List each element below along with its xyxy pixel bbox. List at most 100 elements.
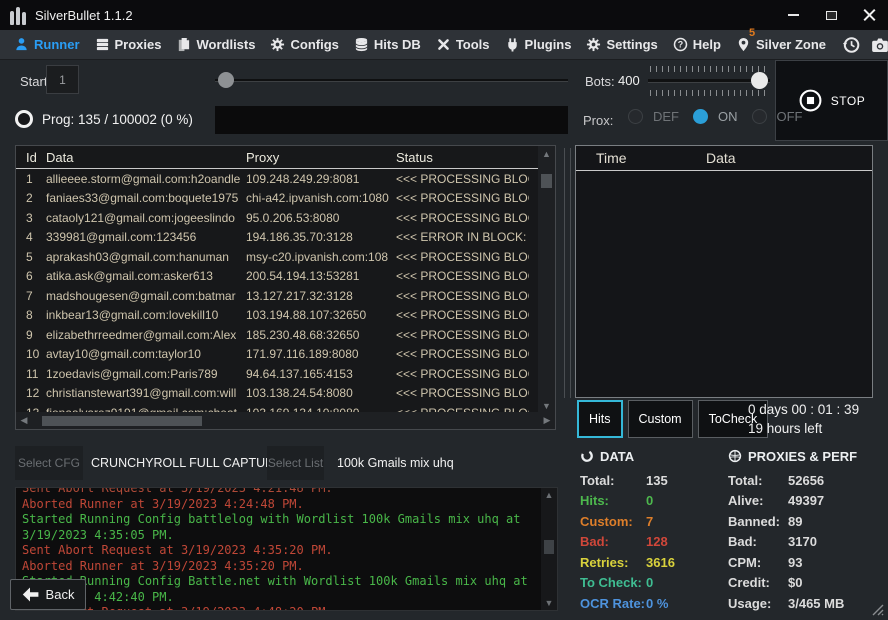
nav-item-wordlists[interactable]: Wordlists [176,37,255,52]
nav-item-hits-db[interactable]: Hits DB [354,37,421,52]
cell-data: faniaes33@gmail.com:boquete1975 [46,191,246,205]
cell-id: 7 [16,289,46,303]
scroll-right-icon[interactable]: ▶ [539,415,555,426]
resize-grip[interactable] [871,603,884,616]
back-button[interactable]: Back [10,579,86,610]
table-row[interactable]: 4 339981@gmail.com:123456 194.186.35.70:… [16,228,555,248]
bots-label: Bots: [585,74,615,89]
cell-status: <<< PROCESSING BLOCK [396,191,529,205]
bots-slider-ticks [650,66,766,72]
prox-radio-on[interactable] [693,109,708,124]
cell-proxy: msy-c20.ipvanish.com:108 [246,250,396,264]
start-input[interactable] [46,65,79,94]
nav-item-silver-zone[interactable]: 5 Silver Zone [736,37,826,52]
cell-id: 12 [16,386,46,400]
log-scrollbar[interactable]: ▲ ▼ [541,488,557,610]
log-line: Sent Abort Request at 3/19/2023 4:48:20 … [22,605,534,611]
table-row[interactable]: 13 fionaalvarez9191@gmail.com:cheat 103.… [16,403,555,412]
scroll-down-icon[interactable]: ▼ [545,596,554,610]
stat-row: Hits: 0 [580,491,730,512]
column-header-time[interactable]: Time [576,150,706,166]
scrollbar-thumb[interactable] [544,540,554,554]
bots-slider-ticks [650,90,766,96]
cell-id: 11 [16,367,46,381]
prox-radio-def[interactable] [628,109,643,124]
table-row[interactable]: 7 madshougesen@gmail.com:batmar 13.127.2… [16,286,555,306]
scroll-up-icon[interactable]: ▲ [542,146,551,162]
prox-radio-off[interactable] [752,109,767,124]
table-row[interactable]: 2 faniaes33@gmail.com:boquete1975 chi-a4… [16,189,555,209]
start-slider-handle[interactable] [218,72,234,88]
wordlists-icon [176,37,191,52]
nav-item-proxies[interactable]: Proxies [95,37,162,52]
column-header-proxy[interactable]: Proxy [246,150,396,165]
column-header-id[interactable]: Id [16,150,46,165]
table-row[interactable]: 10 avtay10@gmail.com:taylor10 171.97.116… [16,345,555,365]
stat-row: Total: 135 [580,470,730,491]
table-row[interactable]: 12 christianstewart391@gmail.com:will 10… [16,384,555,404]
table-row[interactable]: 9 elizabethrreedmer@gmail.com:Alex 185.2… [16,325,555,345]
table-row[interactable]: 3 cataoly121@gmail.com:jogeeslindo 95.0.… [16,208,555,228]
nav-item-help[interactable]: ? Help [673,37,721,52]
select-cfg-button[interactable]: Select CFG [15,446,83,480]
globe-icon [728,449,742,463]
cell-data: christianstewart391@gmail.com:will [46,386,246,400]
start-slider[interactable] [215,72,568,89]
minimize-button[interactable] [774,0,812,30]
bots-slider[interactable] [648,66,770,96]
scroll-left-icon[interactable]: ◀ [16,415,32,426]
select-list-button[interactable]: Select List [267,446,324,480]
nav-item-tools[interactable]: Tools [436,37,490,52]
scrollbar-thumb[interactable] [42,416,202,426]
cell-data: allieeee.storm@gmail.com:h2oandle [46,172,246,186]
nav-item-plugins[interactable]: Plugins [505,37,572,52]
column-header-status[interactable]: Status [396,150,529,165]
table-row[interactable]: 6 atika.ask@gmail.com:asker613 200.54.19… [16,267,555,287]
sync-ring-icon [580,449,594,463]
nav-item-configs[interactable]: Configs [270,37,338,52]
cell-status: <<< PROCESSING BLOCK [396,367,529,381]
scrollbar-thumb[interactable] [541,174,552,188]
stop-button[interactable]: STOP [775,60,888,141]
log-lines: Sent Abort Request at 3/19/2023 4:21:48 … [22,487,534,611]
progress-radio[interactable] [15,110,33,128]
back-arrow-icon [22,587,39,602]
cell-data: cataoly121@gmail.com:jogeeslindo [46,211,246,225]
tab-hits[interactable]: Hits [577,400,623,438]
tab-custom[interactable]: Custom [628,400,693,438]
cell-data: 339981@gmail.com:123456 [46,230,246,244]
cell-data: avtay10@gmail.com:taylor10 [46,347,246,361]
log-line: Aborted Runner at 3/19/2023 4:35:20 PM. [22,559,534,575]
app-logo-icon [10,5,26,25]
close-button[interactable] [850,0,888,30]
hits-panel-header: Time Data [576,146,872,171]
camera-icon[interactable] [870,35,888,55]
stat-row: Total: 52656 [728,470,878,491]
table-row[interactable]: 5 aprakash03@gmail.com:hanuman msy-c20.i… [16,247,555,267]
panel-splitter[interactable] [564,148,571,398]
cell-id: 1 [16,172,46,186]
stat-row: Credit: $0 [728,573,878,594]
log-line: Sent Abort Request at 3/19/2023 4:35:20 … [22,543,534,559]
svg-text:?: ? [678,40,683,50]
nav-item-runner[interactable]: Runner [14,37,80,52]
table-row[interactable]: 8 inkbear13@gmail.com:lovekill10 103.194… [16,306,555,326]
table-vertical-scrollbar[interactable]: ▲ ▼ [538,146,555,414]
table-row[interactable]: 11 1zoedavis@gmail.com:Paris789 94.64.13… [16,364,555,384]
table-row[interactable]: 1 allieeee.storm@gmail.com:h2oandle 109.… [16,169,555,189]
cell-proxy: 194.186.35.70:3128 [246,230,396,244]
nav-item-settings[interactable]: Settings [586,37,657,52]
column-header-hitdata[interactable]: Data [706,150,736,166]
timer: 0 days 00 : 01 : 39 19 hours left [748,400,859,438]
bots-slider-handle[interactable] [751,72,768,89]
column-header-data[interactable]: Data [46,150,246,165]
maximize-button[interactable] [812,0,850,30]
history-icon[interactable] [841,35,861,55]
elapsed-time: 0 days 00 : 01 : 39 [748,400,859,419]
maximize-icon [826,11,837,20]
cell-data: elizabethrreedmer@gmail.com:Alex [46,328,246,342]
scroll-up-icon[interactable]: ▲ [545,488,554,502]
table-horizontal-scrollbar[interactable]: ◀ ▶ [16,412,555,429]
remaining-time: 19 hours left [748,419,859,438]
results-table-header: Id Data Proxy Status [16,146,555,169]
